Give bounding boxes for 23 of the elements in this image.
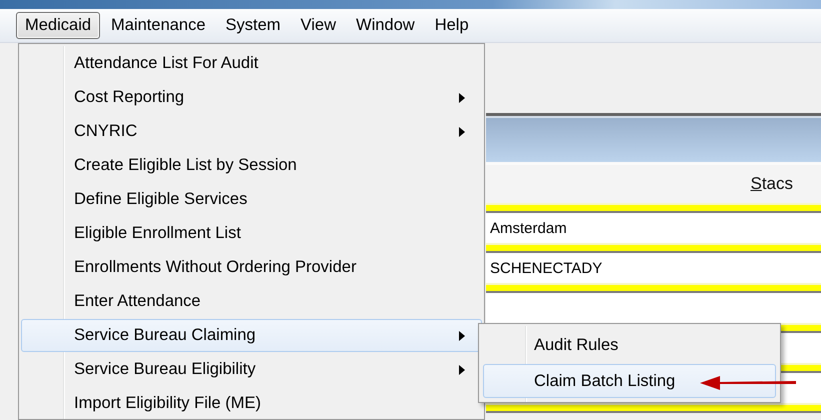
menu-bar-item[interactable]: Help [426,12,478,39]
menu-item[interactable]: Claim Batch Listing [483,364,776,398]
menu-bar-item[interactable]: View [292,12,346,39]
menu-bar-item[interactable]: Medicaid [16,12,100,39]
menu-item[interactable]: Attendance List For Audit [21,47,482,80]
menu-item[interactable]: Service Bureau Claiming [21,319,482,352]
menu-bar-item[interactable]: System [216,12,290,39]
text-field[interactable]: Amsterdam [486,213,821,243]
menu-item[interactable]: Enrollments Without Ordering Provider [21,251,482,284]
menu-bar-item[interactable]: Maintenance [102,12,215,39]
menu-bar-item[interactable]: Window [347,12,424,39]
menu-item[interactable]: Enter Attendance [21,285,482,318]
menu-item[interactable]: Audit Rules [483,328,776,362]
menu-item[interactable]: Service Bureau Eligibility [21,353,482,386]
menu-item[interactable]: Create Eligible List by Session [21,149,482,182]
column-label: Stacs [750,174,793,194]
menu-item[interactable]: Cost Reporting [21,81,482,114]
menu-item[interactable]: CNYRIC [21,115,482,148]
menu-item[interactable]: Define Eligible Services [21,183,482,216]
menu-item[interactable]: Import Eligibility File (ME) [21,387,482,419]
text-field[interactable]: SCHENECTADY [486,253,821,283]
menu-item[interactable]: Eligible Enrollment List [21,217,482,250]
text-field[interactable] [486,293,821,323]
